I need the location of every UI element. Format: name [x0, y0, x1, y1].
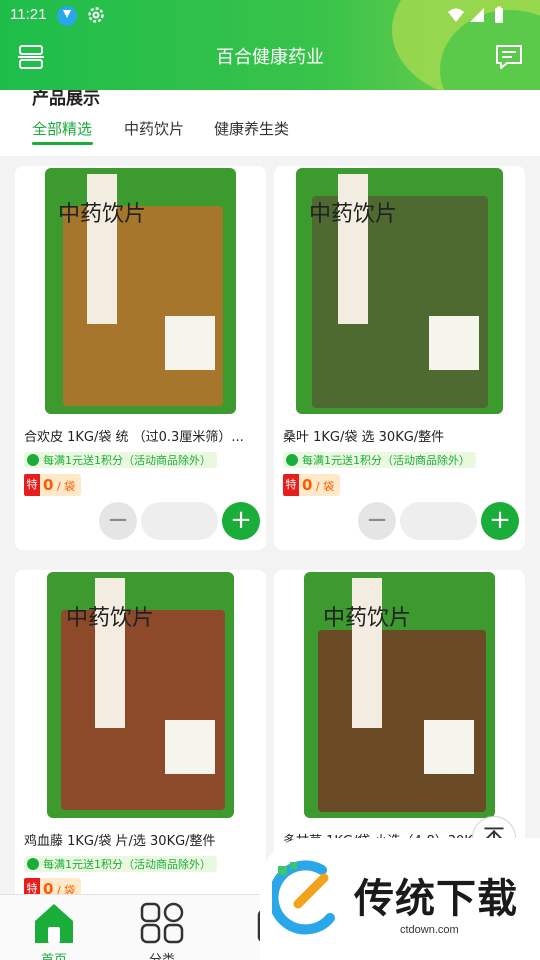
watermark-url: ctdown.com: [400, 924, 459, 936]
price: 0 / 袋: [40, 474, 82, 496]
svg-text:中药饮片: 中药饮片: [66, 606, 154, 631]
product-image[interactable]: 中药饮片: [294, 166, 505, 416]
product-image[interactable]: 中药饮片: [35, 570, 246, 820]
price-value: 0: [302, 476, 313, 494]
product-image[interactable]: 中药饮片: [294, 570, 505, 820]
coin-icon: [27, 454, 39, 466]
svg-text:中药饮片: 中药饮片: [58, 202, 146, 227]
nav-label-home: 首页: [24, 949, 84, 960]
promo-text: 每满1元送1积分（活动商品除外）: [43, 858, 211, 871]
price-unit: / 袋: [56, 480, 76, 493]
product-name[interactable]: 鸡血藤 1KG/袋 片/选 30KG/整件: [24, 830, 260, 849]
category-icon: [140, 902, 184, 944]
product-grid: 中药饮片 合欢皮 1KG/袋 统 （过0.3厘米筛）... 每满1元送1积分（活…: [0, 156, 540, 894]
coin-icon: [27, 858, 39, 870]
wifi-signal-battery-icon: [448, 6, 503, 23]
price: 0 / 袋: [299, 474, 341, 496]
nav-home[interactable]: 首页: [24, 901, 84, 960]
promo-badge: 每满1元送1积分（活动商品除外）: [24, 856, 217, 872]
ctdown-logo-icon: [272, 860, 335, 935]
home-icon: [35, 904, 73, 943]
tab-health-care[interactable]: 健康养生类: [214, 118, 289, 139]
watermark-text: 传统下载: [354, 876, 518, 922]
product-card[interactable]: 中药饮片 鸡血藤 1KG/袋 片/选 30KG/整件 每满1元送1积分（活动商品…: [15, 570, 266, 894]
status-time: 11:21: [10, 6, 47, 23]
page-title: 百合健康药业: [216, 47, 324, 68]
download-icon: [57, 6, 77, 26]
increase-quantity-button[interactable]: +: [481, 502, 519, 540]
price: 0 / 袋: [40, 878, 82, 894]
svg-text:中药饮片: 中药饮片: [309, 202, 397, 227]
tab-chinese-herbal-pieces[interactable]: 中药饮片: [124, 118, 184, 139]
quantity-input[interactable]: [400, 502, 477, 540]
product-card[interactable]: 中药饮片 桑叶 1KG/袋 选 30KG/整件 每满1元送1积分（活动商品除外）…: [274, 166, 525, 550]
special-tag: 特: [24, 474, 40, 496]
price-value: 0: [43, 880, 54, 894]
app-header: 11:21 百合健康药业: [0, 0, 540, 92]
product-image[interactable]: 中药饮片: [35, 166, 246, 416]
product-name[interactable]: 合欢皮 1KG/袋 统 （过0.3厘米筛）...: [24, 426, 260, 445]
promo-text: 每满1元送1积分（活动商品除外）: [43, 454, 211, 467]
settings-icon: [88, 7, 104, 23]
decrease-quantity-button[interactable]: −: [99, 502, 137, 540]
decrease-quantity-button[interactable]: −: [358, 502, 396, 540]
section-title: 产品展示: [32, 90, 100, 109]
quantity-input[interactable]: [141, 502, 218, 540]
price-unit: / 袋: [315, 480, 335, 493]
status-bar: 11:21: [0, 0, 540, 32]
increase-quantity-button[interactable]: +: [222, 502, 260, 540]
message-icon[interactable]: [495, 44, 523, 70]
coin-icon: [286, 454, 298, 466]
product-card[interactable]: 中药饮片 合欢皮 1KG/袋 统 （过0.3厘米筛）... 每满1元送1积分（活…: [15, 166, 266, 550]
promo-badge: 每满1元送1积分（活动商品除外）: [24, 452, 217, 468]
price-value: 0: [43, 476, 54, 494]
nav-category[interactable]: 分类: [132, 901, 192, 960]
product-name[interactable]: 桑叶 1KG/袋 选 30KG/整件: [283, 426, 519, 445]
price-unit: / 袋: [56, 884, 76, 894]
watermark: 传统下载 ctdown.com: [260, 838, 540, 960]
main-content[interactable]: 产品展示 全部精选 中药饮片 健康养生类 中药饮片 合欢皮 1KG/袋 统 （过…: [0, 90, 540, 894]
promo-badge: 每满1元送1积分（活动商品除外）: [283, 452, 476, 468]
nav-label-category: 分类: [132, 949, 192, 960]
special-tag: 特: [24, 878, 40, 894]
promo-text: 每满1元送1积分（活动商品除外）: [302, 454, 470, 467]
svg-text:中药饮片: 中药饮片: [323, 606, 411, 631]
special-tag: 特: [283, 474, 299, 496]
active-tab-indicator: [32, 142, 93, 145]
tab-all-selected[interactable]: 全部精选: [32, 118, 92, 139]
